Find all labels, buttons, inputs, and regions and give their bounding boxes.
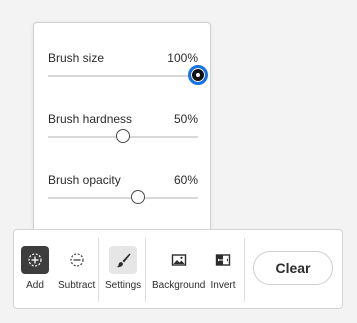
brush-size-track[interactable] — [48, 75, 198, 77]
brush-hardness-value: 50% — [173, 112, 198, 126]
brush-hardness-thumb[interactable] — [116, 129, 130, 143]
subtract-circle-icon — [63, 246, 91, 274]
image-icon — [165, 246, 193, 274]
toolbar-divider — [98, 238, 99, 302]
settings-tool[interactable]: Settings — [105, 246, 141, 291]
add-tool-label: Add — [26, 280, 44, 291]
clear-button[interactable]: Clear — [253, 251, 333, 285]
invert-icon — [209, 246, 237, 274]
add-circle-icon — [21, 246, 49, 274]
brush-opacity-track[interactable] — [48, 197, 198, 199]
brush-opacity-value: 60% — [173, 173, 198, 187]
subtract-tool-label: Subtract — [58, 280, 96, 291]
selection-toolbar: Add Subtract Settings Background Invert … — [13, 229, 343, 309]
background-tool-label: Background — [152, 280, 206, 291]
brush-opacity-label: Brush opacity — [48, 173, 121, 187]
brush-icon — [109, 246, 138, 274]
invert-tool-label: Invert — [210, 280, 236, 291]
invert-tool[interactable]: Invert — [209, 246, 237, 291]
brush-settings-popover: Brush size 100% Brush hardness 50% Brush… — [33, 22, 211, 245]
brush-size-value: 100% — [167, 51, 198, 65]
brush-hardness-label: Brush hardness — [48, 112, 133, 126]
brush-size-label: Brush size — [48, 51, 105, 65]
settings-tool-label: Settings — [105, 280, 142, 291]
brush-opacity-thumb[interactable] — [131, 190, 145, 204]
background-tool[interactable]: Background — [152, 246, 205, 291]
brush-size-thumb[interactable] — [188, 65, 208, 85]
subtract-tool[interactable]: Subtract — [58, 246, 95, 291]
add-tool[interactable]: Add — [21, 246, 49, 291]
toolbar-divider — [145, 238, 146, 302]
toolbar-divider — [244, 238, 245, 302]
